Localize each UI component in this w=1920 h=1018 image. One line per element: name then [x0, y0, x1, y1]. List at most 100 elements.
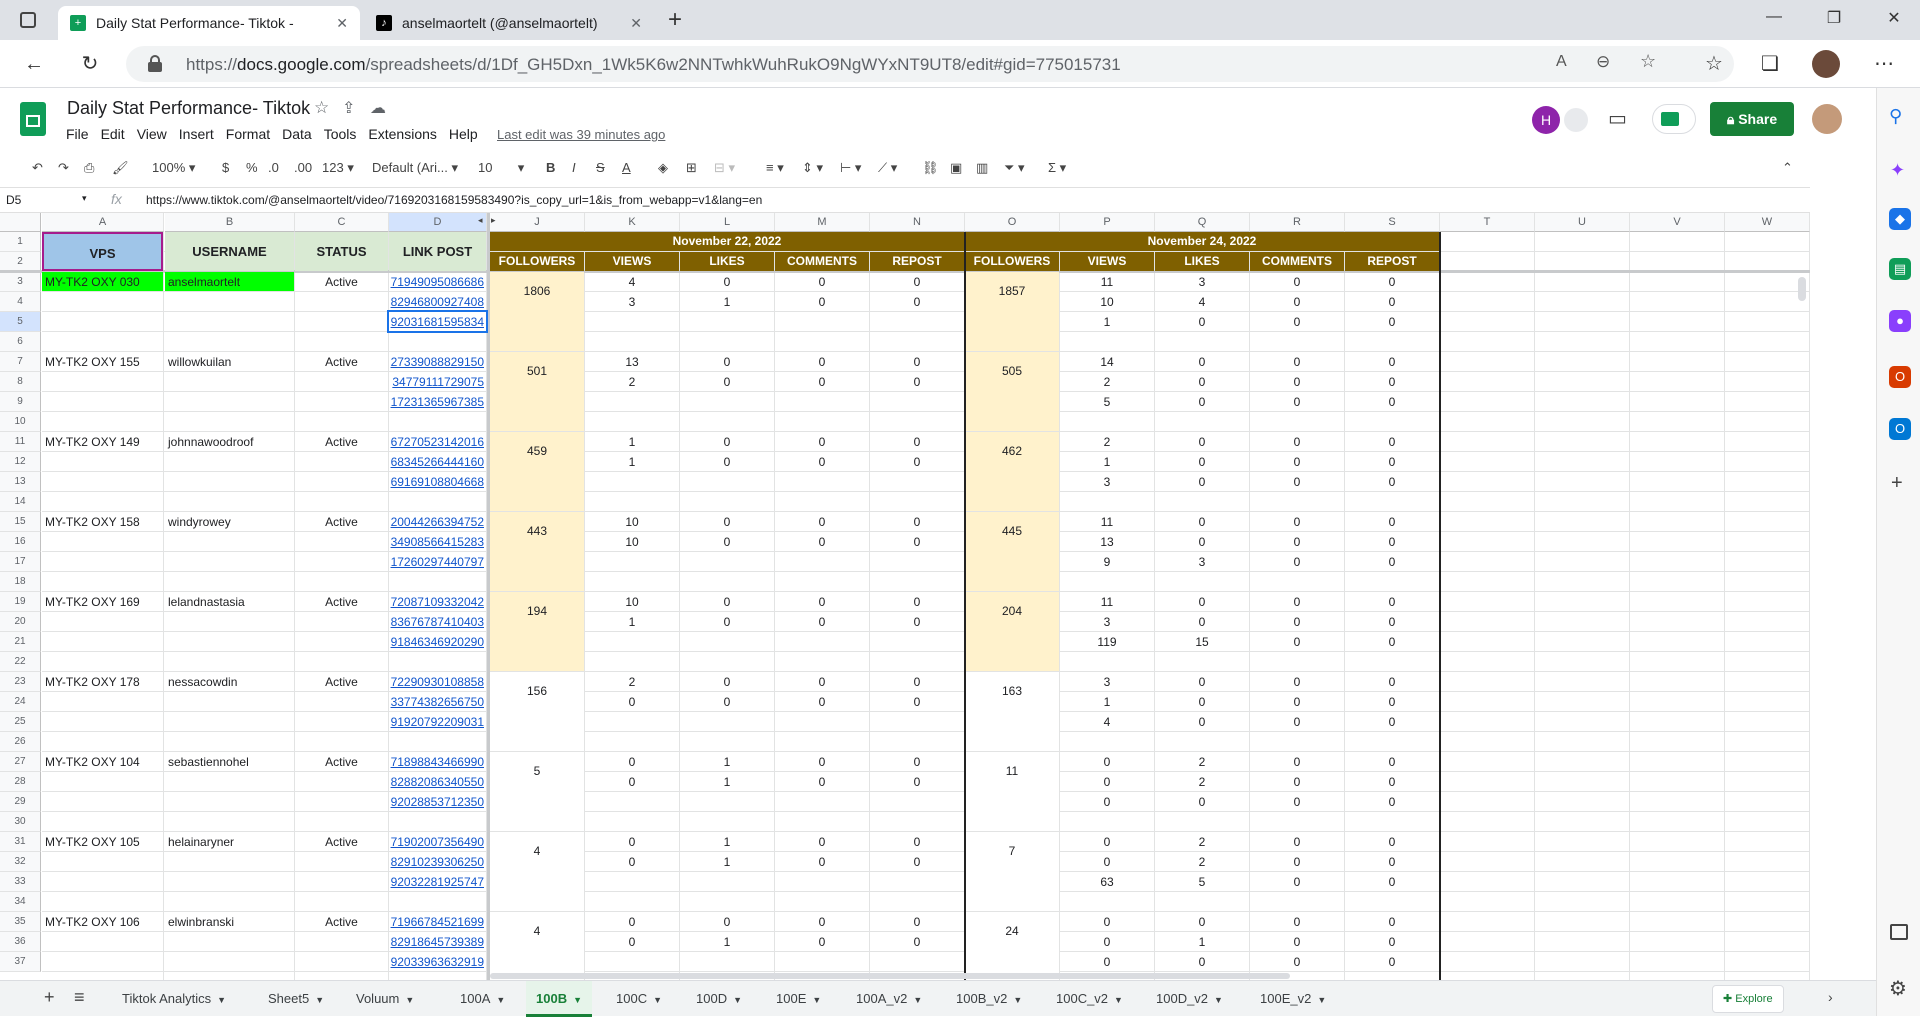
metric-cell[interactable]: 0 [1155, 512, 1249, 531]
metric-cell[interactable]: 1 [680, 832, 774, 851]
metric-cell[interactable]: 0 [1250, 552, 1344, 571]
refresh-icon[interactable]: ↻ [76, 50, 104, 78]
row-header[interactable]: 31 [0, 832, 41, 852]
sheet-tab[interactable]: 100A ▼ [450, 981, 515, 1017]
link-post-cell[interactable]: 27339088829150 [389, 352, 486, 371]
metric-cell[interactable]: 0 [870, 452, 964, 471]
metric-cell[interactable]: 0 [680, 512, 774, 531]
metric-cell[interactable]: 1 [680, 772, 774, 791]
username-cell[interactable]: willowkuilan [165, 352, 294, 371]
add-sidebar-app-icon[interactable]: + [1891, 472, 1903, 495]
username-cell[interactable]: helainaryner [165, 832, 294, 851]
column-header-N[interactable]: N [870, 213, 965, 232]
percent-format-button[interactable]: % [246, 160, 258, 175]
metric-cell[interactable]: 15 [1155, 632, 1249, 651]
column-header-Q[interactable]: Q [1155, 213, 1250, 232]
metric-cell[interactable]: 0 [1155, 532, 1249, 551]
metric-cell[interactable]: 0 [1060, 832, 1154, 851]
metric-cell[interactable]: 0 [1155, 912, 1249, 931]
text-rotate-icon[interactable]: ⟋ ▾ [878, 160, 897, 176]
username-cell[interactable]: sebastiennohel [165, 752, 294, 771]
search-icon[interactable]: ⚲ [1889, 106, 1902, 127]
status-cell[interactable]: Active [295, 672, 388, 691]
followers-cell[interactable]: 1806 [490, 272, 584, 351]
sheet-tab[interactable]: 100E_v2 ▼ [1250, 981, 1336, 1017]
followers-cell[interactable]: 4 [490, 912, 584, 980]
vps-cell[interactable]: MY-TK2 OXY 169 [42, 592, 163, 611]
metric-cell[interactable]: 0 [585, 852, 679, 871]
header-username[interactable]: USERNAME [165, 232, 294, 271]
metric-cell[interactable]: 0 [1345, 692, 1439, 711]
link-post-cell[interactable]: 20044266394752 [389, 512, 486, 531]
functions-icon[interactable]: Σ ▾ [1048, 160, 1066, 176]
metric-cell[interactable]: 5 [1155, 872, 1249, 891]
copilot-icon[interactable]: ✦ [1890, 160, 1905, 181]
cloud-status-icon[interactable]: ☁ [370, 98, 386, 118]
metric-cell[interactable]: 0 [1345, 512, 1439, 531]
row-header[interactable]: 21 [0, 632, 41, 652]
metric-cell[interactable]: 11 [1060, 512, 1154, 531]
vps-cell[interactable]: MY-TK2 OXY 030 [42, 272, 163, 291]
comments-icon[interactable]: ▭ [1608, 106, 1627, 131]
chevron-down-icon[interactable]: ▼ [573, 995, 582, 1005]
scroll-tabs-right-icon[interactable]: › [1828, 989, 1833, 1005]
row-header[interactable]: 11 [0, 432, 41, 452]
filter-icon[interactable]: ⏷ ▾ [1004, 160, 1025, 176]
document-title[interactable]: Daily Stat Performance- Tiktok [67, 98, 310, 119]
metric-cell[interactable]: 0 [870, 592, 964, 611]
followers-cell[interactable]: 4 [490, 832, 584, 911]
metric-cell[interactable]: 0 [775, 532, 869, 551]
column-header-K[interactable]: K [585, 213, 680, 232]
row-header[interactable]: 19 [0, 592, 41, 612]
metric-cell[interactable]: 0 [680, 912, 774, 931]
metric-cell[interactable]: 0 [775, 372, 869, 391]
column-header-T[interactable]: T [1440, 213, 1535, 232]
link-post-cell[interactable]: 82910239306250 [389, 852, 486, 871]
row-header[interactable]: 27 [0, 752, 41, 772]
restore-icon[interactable]: ❐ [1822, 8, 1846, 28]
menu-help[interactable]: Help [449, 126, 478, 142]
bold-icon[interactable]: B [546, 160, 555, 175]
spreadsheet-grid[interactable]: A B C D J K L M N O P Q R S T U V W ◂ ▸ 1 2 3 4 5 6 7 8 9 10 11 12 13 14 1… [0, 213, 1810, 980]
metric-cell[interactable]: 0 [1155, 472, 1249, 491]
metric-cell[interactable]: 0 [1345, 392, 1439, 411]
vertical-align-icon[interactable]: ⇕ ▾ [802, 160, 823, 176]
metric-cell[interactable]: 0 [870, 532, 964, 551]
metric-cell[interactable]: 0 [680, 452, 774, 471]
hidden-columns-toggle-icon[interactable]: ◂ [478, 215, 483, 226]
collapse-toolbar-icon[interactable]: ⌃ [1782, 160, 1793, 176]
metric-cell[interactable]: 0 [1250, 672, 1344, 691]
metric-cell[interactable]: 0 [870, 772, 964, 791]
metric-cell[interactable]: 4 [1060, 712, 1154, 731]
metric-cell[interactable]: 3 [1155, 272, 1249, 291]
username-cell[interactable]: windyrowey [165, 512, 294, 531]
followers-cell[interactable]: 505 [965, 352, 1059, 431]
shopping-icon[interactable]: ◆ [1889, 208, 1911, 230]
metric-cell[interactable]: 0 [585, 752, 679, 771]
metric-cell[interactable]: 1 [680, 932, 774, 951]
row-header[interactable]: 18 [0, 572, 41, 592]
metric-cell[interactable]: 2 [585, 672, 679, 691]
link-post-cell[interactable]: 34908566415283 [389, 532, 486, 551]
chevron-down-icon[interactable]: ▼ [653, 995, 662, 1005]
tab-actions-icon[interactable] [20, 12, 36, 28]
fill-color-icon[interactable]: ◈ [658, 160, 668, 176]
metric-cell[interactable]: 0 [1345, 832, 1439, 851]
sheet-tab[interactable]: 100A_v2 ▼ [846, 981, 932, 1017]
star-icon[interactable]: ☆ [314, 98, 329, 118]
link-post-cell[interactable]: 92028853712350 [389, 792, 486, 811]
metric-cell[interactable]: 0 [1250, 952, 1344, 971]
browser-tab-sheets[interactable]: + Daily Stat Performance- Tiktok - ✕ [58, 6, 360, 40]
metric-cell[interactable]: 0 [1345, 712, 1439, 731]
favorites-icon[interactable]: ☆ [1700, 50, 1728, 78]
metric-cell[interactable]: 10 [585, 592, 679, 611]
metric-cell[interactable]: 0 [680, 272, 774, 291]
link-post-cell[interactable]: 71898843466990 [389, 752, 486, 771]
metric-cell[interactable]: 0 [1155, 432, 1249, 451]
column-header-B[interactable]: B [165, 213, 295, 232]
metric-cell[interactable]: 0 [1345, 472, 1439, 491]
metric-cell[interactable]: 0 [585, 932, 679, 951]
url-field[interactable]: https://docs.google.com/spreadsheets/d/1… [126, 46, 1734, 82]
print-icon[interactable]: ⎙ [84, 160, 94, 176]
zoom-select[interactable]: 100% ▾ [152, 160, 195, 176]
